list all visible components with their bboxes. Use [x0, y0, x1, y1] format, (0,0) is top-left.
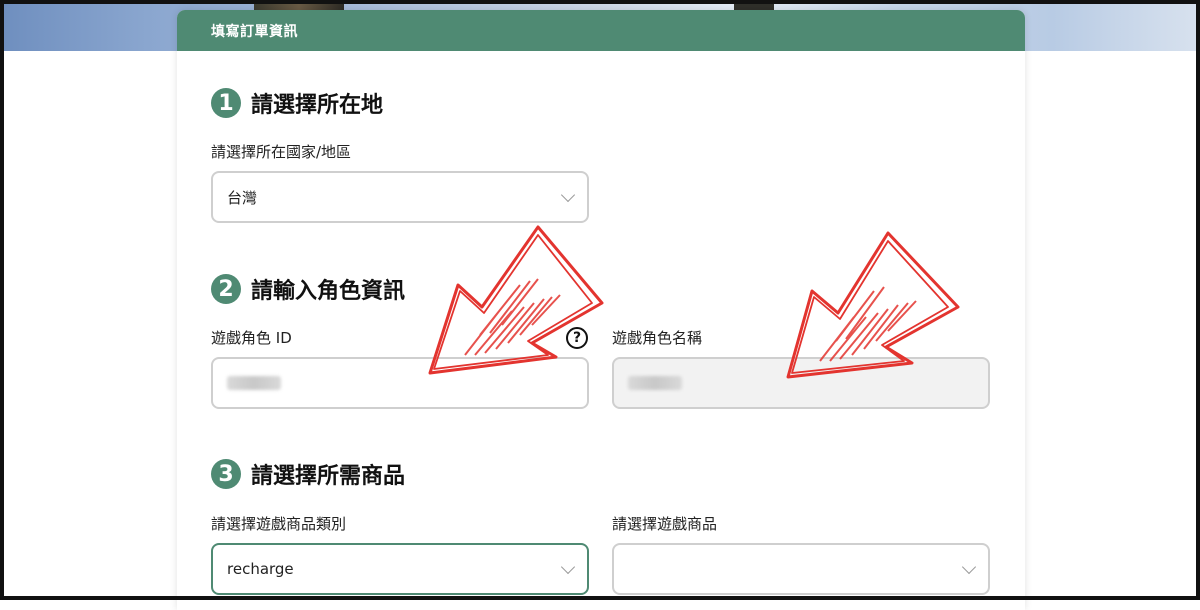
section-location-title: 1 請選擇所在地 — [211, 87, 383, 119]
section-title-text: 請輸入角色資訊 — [251, 279, 406, 304]
step-badge-1: 1 — [211, 88, 241, 118]
form-header: 填寫訂單資訊 — [177, 10, 1025, 51]
step-badge-3: 3 — [211, 459, 241, 489]
country-select-value: 台灣 — [227, 188, 258, 207]
product-category-select[interactable]: recharge — [211, 543, 589, 595]
product-category-value: recharge — [227, 560, 294, 578]
section-title-text: 請選擇所在地 — [251, 93, 384, 118]
chevron-down-icon — [961, 559, 977, 575]
help-icon[interactable]: ? — [566, 327, 588, 349]
chevron-down-icon — [560, 559, 576, 575]
character-id-input[interactable] — [211, 357, 589, 409]
step-badge-2: 2 — [211, 274, 241, 304]
product-category-label: 請選擇遊戲商品類別 — [211, 515, 347, 533]
section-character-title: 2 請輸入角色資訊 — [211, 273, 405, 305]
character-name-field — [612, 357, 990, 409]
chevron-down-icon — [560, 187, 576, 203]
country-label: 請選擇所在國家/地區 — [211, 143, 352, 161]
redacted-value — [227, 376, 281, 390]
character-id-label: 遊戲角色 ID — [211, 329, 292, 347]
product-item-label: 請選擇遊戲商品 — [612, 515, 718, 533]
section-product-title: 3 請選擇所需商品 — [211, 458, 405, 490]
redacted-value — [628, 376, 682, 390]
form-header-title: 填寫訂單資訊 — [211, 23, 298, 40]
product-item-select[interactable] — [612, 543, 990, 595]
section-title-text: 請選擇所需商品 — [251, 464, 406, 489]
character-name-label: 遊戲角色名稱 — [612, 329, 703, 347]
country-select[interactable]: 台灣 — [211, 171, 589, 223]
order-form-card: 填寫訂單資訊 1 請選擇所在地 請選擇所在國家/地區 台灣 2 請輸入角色資訊 … — [177, 10, 1025, 610]
